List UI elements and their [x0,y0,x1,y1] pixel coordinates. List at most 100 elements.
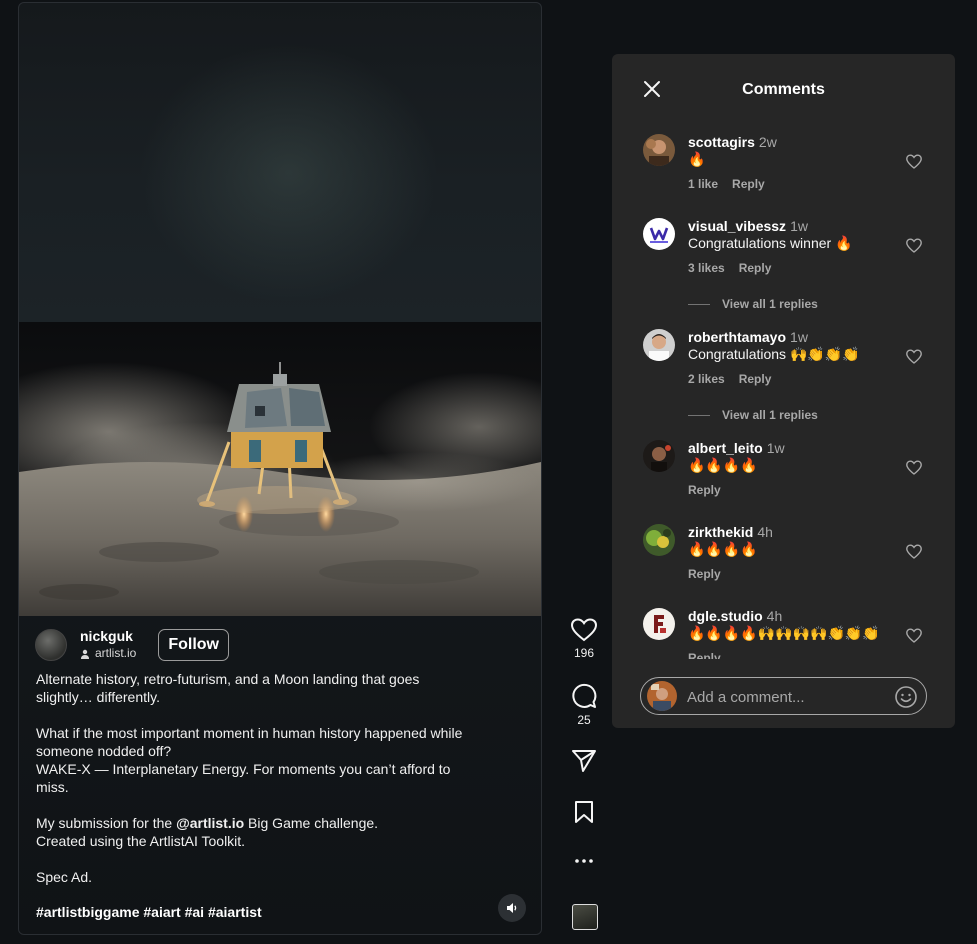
author-subtitle: artlist.io [80,646,136,661]
bookmark-icon[interactable] [574,800,594,824]
sound-toggle-button[interactable] [498,894,526,922]
comment-likes[interactable]: 3 likes [688,261,725,275]
like-action: 196 [566,618,602,660]
more-action [566,858,602,864]
commenter-avatar[interactable] [643,329,675,361]
comment-time: 4h [766,608,783,624]
commenter-username[interactable]: dgle.studio [688,608,763,624]
comment-likes[interactable]: 2 likes [688,372,725,386]
comments-list[interactable]: scottagirs 2w 🔥 1 like Reply visual_vibess… [612,132,955,659]
comments-header: Comments [612,54,955,124]
comment-time: 4h [757,524,773,540]
comment-time: 1w [790,218,808,234]
post-info: nickguk artlist.io Follow Alternate hist… [19,616,541,934]
commenter-username[interactable]: zirkthekid [688,524,753,540]
heart-icon[interactable] [906,544,922,560]
comment-text: Congratulations winner 🔥 [688,235,853,251]
comment-text: 🔥🔥🔥🔥🙌🙌🙌🙌👏👏👏 [688,625,880,641]
comment-likes[interactable]: 1 like [688,177,718,191]
reel-post: nickguk artlist.io Follow Alternate hist… [18,2,542,935]
background-glow [139,43,439,303]
comment-action: 25 [566,683,602,727]
commenter-username[interactable]: scottagirs [688,134,755,150]
commenter-username[interactable]: visual_vibessz [688,218,786,234]
caption-mention-link[interactable]: @artlist.io [176,815,244,831]
reply-button[interactable]: Reply [739,372,772,386]
author-username[interactable]: nickguk [80,628,136,645]
reply-button[interactable]: Reply [739,261,772,275]
caption-paragraph-4: Spec Ad. [36,869,93,885]
current-user-avatar [647,681,677,711]
follow-button[interactable]: Follow [158,628,229,661]
comment-body: dgle.studio 4h 🔥🔥🔥🔥🙌🙌🙌🙌👏👏👏 Reply [688,608,898,659]
post-caption: Alternate history, retro-futurism, and a… [36,670,466,886]
commenter-avatar[interactable] [643,440,675,472]
heart-icon[interactable] [906,238,922,254]
comment-body: visual_vibessz 1w Congratulations winner … [688,218,898,276]
author-audio-label[interactable]: artlist.io [95,646,136,661]
video-frame[interactable] [19,322,541,616]
author-avatar[interactable] [35,628,67,661]
heart-icon[interactable] [906,349,922,365]
replies-divider [688,303,710,305]
comments-title: Comments [742,81,825,98]
comment-time: 1w [790,329,808,345]
audio-thumbnail[interactable] [572,904,598,930]
comment-body: scottagirs 2w 🔥 1 like Reply [688,134,898,192]
comment-time: 1w [766,440,785,456]
author-row: nickguk artlist.io Follow [35,628,229,661]
comment-text: Congratulations 🙌👏👏👏 [688,346,860,362]
heart-icon[interactable] [906,460,922,476]
heart-icon[interactable] [571,618,597,642]
commenter-avatar[interactable] [643,524,675,556]
comment-meta: Reply [688,483,898,498]
comment-meta: 1 like Reply [688,177,898,192]
emoji-icon[interactable] [894,685,918,709]
share-action [566,749,602,773]
comment-text: 🔥 [688,151,706,167]
comment-time: 2w [758,134,777,150]
commenter-username[interactable]: albert_leito [688,440,763,456]
add-comment-input[interactable] [687,686,887,708]
comment-text: 🔥🔥🔥🔥 [688,541,758,557]
reply-button[interactable]: Reply [688,483,721,497]
comment-bubble-icon[interactable] [571,683,597,709]
speaker-icon [507,903,517,913]
like-count: 196 [573,646,595,660]
comment-body: zirkthekid 4h 🔥🔥🔥🔥 Reply [688,524,898,582]
caption-paragraph-3-start: My submission for the [36,815,177,831]
reply-button[interactable]: Reply [732,177,765,191]
commenter-avatar[interactable] [643,134,675,166]
commenter-username[interactable]: roberthtamayo [688,329,786,345]
author-meta: nickguk artlist.io [80,628,136,661]
user-icon [81,649,89,659]
comments-panel: Comments scottagirs 2w 🔥 1 like Reply visu… [612,54,955,728]
heart-icon[interactable] [906,628,922,644]
paper-plane-icon[interactable] [571,749,597,773]
view-replies-label[interactable]: View all 1 replies [722,408,818,422]
comment-meta: 2 likes Reply [688,372,898,387]
view-replies-label[interactable]: View all 1 replies [722,297,818,311]
caption-paragraph-1: Alternate history, retro-futurism, and a… [36,671,420,705]
comment-body: roberthtamayo 1w Congratulations 🙌👏👏👏 2 l… [688,329,898,387]
save-action [566,800,602,824]
comment-body: albert_leito 1w 🔥🔥🔥🔥 Reply [688,440,898,498]
more-dots-icon[interactable] [574,858,594,864]
add-comment-bar [640,677,927,715]
commenter-avatar[interactable] [643,608,675,640]
view-replies-link[interactable]: View all 1 replies [688,297,818,311]
heart-icon[interactable] [906,154,922,170]
comment-text: 🔥🔥🔥🔥 [688,457,758,473]
replies-divider [688,414,710,416]
comment-meta: Reply [688,567,898,582]
view-replies-link[interactable]: View all 1 replies [688,408,818,422]
caption-hashtags[interactable]: #artlistbiggame #aiart #ai #aiartist [36,904,262,920]
comment-meta: Reply [688,651,898,659]
comment-meta: 3 likes Reply [688,261,898,276]
lunar-lander-image [19,322,541,616]
commenter-avatar[interactable] [643,218,675,250]
reply-button[interactable]: Reply [688,567,721,581]
caption-paragraph-2: What if the most important moment in hum… [36,725,463,795]
comment-count: 25 [577,713,591,727]
reply-button[interactable]: Reply [688,651,721,659]
